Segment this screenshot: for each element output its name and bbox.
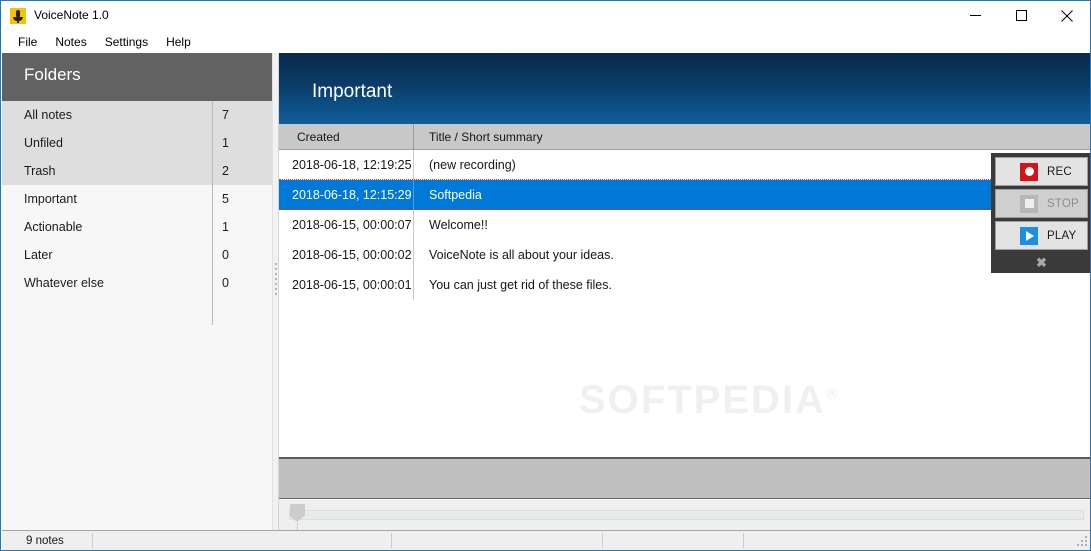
close-button[interactable] [1044,1,1090,30]
resize-grip-icon[interactable] [1076,536,1088,548]
record-button[interactable]: REC [995,157,1088,186]
folder-label: Actionable [24,220,83,234]
watermark-mark: ® [825,385,840,403]
sidebar-item-trash[interactable]: Trash 2 [2,157,272,185]
cell-title: Welcome!! [429,218,488,232]
folder-count: 0 [222,248,229,262]
application-window: VoiceNote 1.0 File Notes Settings Help F… [0,0,1091,551]
table-row[interactable]: 2018-06-15, 00:00:01 You can just get ri… [279,270,1090,300]
table-row[interactable]: 2018-06-15, 00:00:02 VoiceNote is all ab… [279,240,1090,270]
cell-created: 2018-06-15, 00:00:01 [292,278,412,292]
sidebar-splitter[interactable] [272,53,279,530]
play-button[interactable]: PLAY [995,221,1088,250]
folder-label: Whatever else [24,276,104,290]
column-header-title[interactable]: Title / Short summary [413,124,1090,149]
status-cell-3 [392,531,602,550]
notes-table-header: Created Title / Short summary [279,124,1090,150]
waveform-area[interactable] [279,459,1090,499]
microphone-icon [10,7,26,24]
cell-created: 2018-06-15, 00:00:07 [292,218,412,232]
status-cell-2 [93,531,391,550]
cell-title: Softpedia [429,188,482,202]
folder-count: 7 [222,108,229,122]
sidebar-item-all-notes[interactable]: All notes 7 [2,101,272,129]
cell-created: 2018-06-18, 12:15:29 [292,188,412,202]
table-row[interactable]: 2018-06-15, 00:00:07 Welcome!! [279,210,1090,240]
stop-button-label: STOP [1047,197,1079,210]
status-cell-4 [603,531,743,550]
sidebar-empty-area [2,325,272,530]
cell-title: You can just get rid of these files. [429,278,612,292]
folder-list: All notes 7 Unfiled 1 Trash 2 Important … [2,101,272,297]
folder-count: 0 [222,276,229,290]
menu-help[interactable]: Help [157,32,200,52]
cell-title: VoiceNote is all about your ideas. [429,248,614,262]
folder-label: Trash [24,164,56,178]
stop-icon [1020,194,1038,213]
folder-count: 5 [222,192,229,206]
notes-table-body: 2018-06-18, 12:19:25 (new recording) 201… [279,150,1090,457]
cell-title: (new recording) [429,158,516,172]
main-panel: Important Created Title / Short summary … [279,53,1090,530]
table-row[interactable]: 2018-06-18, 12:15:29 Softpedia [279,180,1090,210]
sidebar-item-later[interactable]: Later 0 [2,241,272,269]
menu-file[interactable]: File [9,32,46,52]
close-transport-icon[interactable]: ✖ [991,253,1090,273]
menu-settings[interactable]: Settings [96,32,157,52]
sidebar-item-unfiled[interactable]: Unfiled 1 [2,129,272,157]
title-bar: VoiceNote 1.0 [1,1,1090,30]
folders-sidebar: Folders All notes 7 Unfiled 1 Trash 2 Im… [2,53,272,530]
minimize-button[interactable] [952,1,998,30]
folder-label: Important [24,192,77,206]
table-row[interactable]: 2018-06-18, 12:19:25 (new recording) [279,150,1090,180]
watermark: SOFTPEDIA® [579,378,840,423]
window-controls [952,1,1090,30]
sidebar-item-actionable[interactable]: Actionable 1 [2,213,272,241]
folder-count: 1 [222,136,229,150]
splitter-grip-icon [275,263,278,295]
watermark-text: SOFTPEDIA [579,378,826,422]
slider-tick-mark [297,523,298,530]
window-title: VoiceNote 1.0 [34,8,109,22]
folder-label: Unfiled [24,136,63,150]
sidebar-title: Folders [24,65,81,84]
cell-created: 2018-06-18, 12:19:25 [292,158,412,172]
menu-bar: File Notes Settings Help [1,30,1090,53]
sidebar-item-whatever-else[interactable]: Whatever else 0 [2,269,272,297]
record-icon [1020,162,1038,181]
play-icon [1020,226,1038,245]
play-button-label: PLAY [1047,229,1077,242]
maximize-button[interactable] [998,1,1044,30]
column-header-created[interactable]: Created [279,124,431,149]
playback-slider-track[interactable] [289,510,1084,520]
sidebar-item-important[interactable]: Important 5 [2,185,272,213]
record-button-label: REC [1047,165,1072,178]
folder-count: 2 [222,164,229,178]
transport-panel: REC STOP PLAY ✖ [991,153,1090,273]
playback-slider-area [279,500,1090,530]
playback-slider-handle[interactable] [290,504,305,522]
cell-created: 2018-06-15, 00:00:02 [292,248,412,262]
folder-label: All notes [24,108,72,122]
menu-notes[interactable]: Notes [46,32,95,52]
status-cell-5 [744,531,1089,550]
folder-column-divider [212,101,213,325]
page-title: Important [312,81,393,102]
sidebar-header: Folders [2,53,272,101]
main-header: Important [279,53,1090,124]
folder-count: 1 [222,220,229,234]
stop-button[interactable]: STOP [995,189,1088,218]
folder-label: Later [24,248,53,262]
status-bar: 9 notes [2,530,1090,550]
